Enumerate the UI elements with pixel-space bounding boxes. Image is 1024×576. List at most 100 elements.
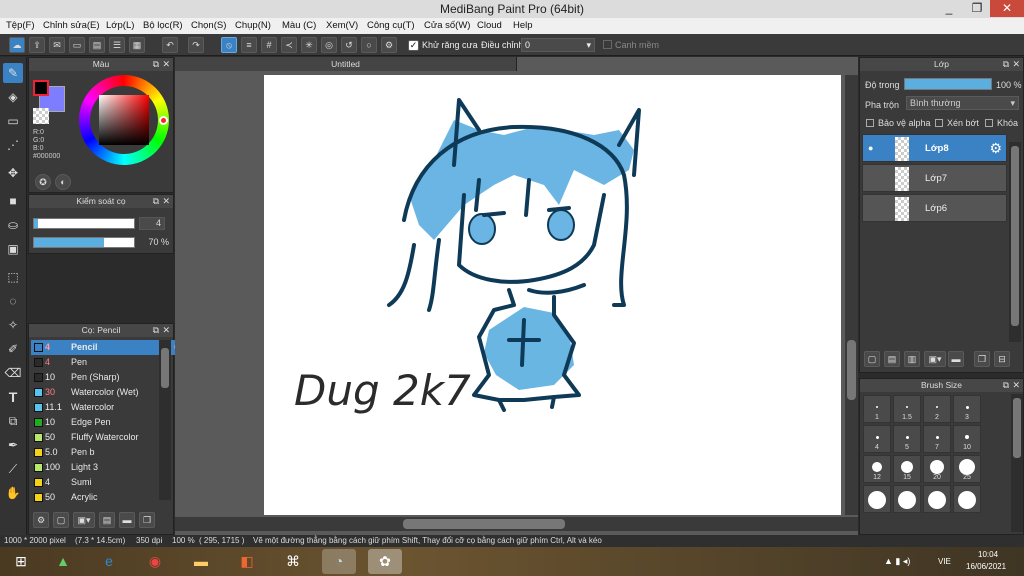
brush-size-preset[interactable]: 20 (923, 455, 951, 483)
layer-opacity-slider[interactable] (904, 78, 992, 90)
brush-size-preset[interactable] (953, 485, 981, 513)
protect-alpha-checkbox[interactable] (866, 119, 874, 127)
maximize-button[interactable]: ❐ (964, 0, 990, 17)
layer-name[interactable]: Lớp6 (925, 203, 947, 214)
antialias-checkbox[interactable]: ✓ (408, 40, 419, 51)
close-icon[interactable]: ✕ (1012, 58, 1020, 71)
brush-size-preset[interactable]: 3 (953, 395, 981, 423)
close-icon[interactable]: ✕ (1012, 379, 1020, 392)
hand-tool-icon[interactable]: ✋ (3, 483, 23, 503)
folder-icon[interactable]: ▬ (948, 351, 964, 367)
popout-icon[interactable]: ⧉ (153, 58, 159, 71)
brush-size-preset[interactable]: 25 (953, 455, 981, 483)
clipping-checkbox[interactable] (935, 119, 943, 127)
horizontal-scroll-thumb[interactable] (403, 519, 565, 529)
eraser-tool-icon[interactable]: ◈ (3, 87, 23, 107)
folder-icon[interactable]: ▬ (119, 512, 135, 528)
clock-time[interactable]: 10:04 (978, 550, 998, 559)
close-icon[interactable]: ✕ (162, 195, 170, 208)
blur-tool-icon[interactable]: ✒ (3, 435, 23, 455)
dot-brush-tool-icon[interactable]: ⋰ (3, 135, 23, 155)
duplicate-icon[interactable]: ❐ (139, 512, 155, 528)
select-tool-icon[interactable]: ⬚ (3, 267, 23, 287)
file-explorer-icon[interactable]: ▬ (184, 549, 218, 574)
brush-file-icon[interactable]: ▤ (99, 512, 115, 528)
app-icon[interactable]: ▲ (46, 549, 80, 574)
layer-row[interactable]: Lớp7 (862, 164, 1007, 192)
hue-ring[interactable] (79, 75, 169, 165)
primary-color-swatch[interactable] (33, 80, 49, 96)
gear-icon[interactable]: ⚙ (989, 140, 1002, 157)
bucket-tool-icon[interactable]: ⛀ (3, 215, 23, 235)
settings-gear-icon[interactable]: ⚙ (381, 37, 397, 53)
page-list-icon[interactable]: ☰ (109, 37, 125, 53)
menu-capture[interactable]: Chụp(N) (235, 20, 271, 31)
brush-size-preset[interactable]: 5 (893, 425, 921, 453)
layer-name[interactable]: Lớp7 (925, 173, 947, 184)
text-tool-icon[interactable]: T (3, 387, 23, 407)
new-8bit-layer-icon[interactable]: ▥ (904, 351, 920, 367)
horizontal-scrollbar[interactable] (175, 517, 858, 531)
page-icon[interactable]: ▤ (89, 37, 105, 53)
divide-tool-icon[interactable]: ⧉ (3, 411, 23, 431)
menu-view[interactable]: Xem(V) (326, 20, 358, 31)
menu-color[interactable]: Màu (C) (282, 20, 316, 31)
medibang-paint-icon[interactable]: ✿ (368, 549, 402, 574)
language-indicator[interactable]: VIE (938, 557, 951, 566)
brush-size-preset[interactable] (923, 485, 951, 513)
vanishing-snap-icon[interactable]: ≺ (281, 37, 297, 53)
redo-icon[interactable]: ↷ (188, 37, 204, 53)
radial-snap-icon[interactable]: ✳ (301, 37, 317, 53)
grid-icon[interactable]: ▦ (129, 37, 145, 53)
menu-help[interactable]: Help (513, 20, 533, 31)
hue-cursor[interactable] (159, 116, 168, 125)
brush-size-scrollbar[interactable] (1011, 394, 1023, 532)
menu-filter[interactable]: Bộ lọc(R) (143, 20, 183, 31)
menu-file[interactable]: Tệp(F) (6, 20, 35, 31)
popout-icon[interactable]: ⧉ (153, 195, 159, 208)
rectangle-tool-icon[interactable]: ▭ (3, 111, 23, 131)
brush-size-preset[interactable]: 1.5 (893, 395, 921, 423)
brush-size-preset[interactable]: 4 (863, 425, 891, 453)
brush-size-value[interactable]: 4 (139, 217, 165, 230)
medibang-cloud-icon[interactable]: ◔ (322, 549, 356, 574)
brush-size-preset[interactable] (893, 485, 921, 513)
new-layer-icon[interactable]: ▢ (864, 351, 880, 367)
eye-icon[interactable]: ● (868, 143, 873, 153)
menu-layer[interactable]: Lớp(L) (106, 20, 134, 31)
popout-icon[interactable]: ⧉ (153, 324, 159, 337)
layer-row[interactable]: ● Lớp8 ⚙ (862, 134, 1007, 162)
menu-window[interactable]: Cửa số(W) (424, 20, 470, 31)
vertical-scrollbar[interactable] (845, 75, 858, 515)
chat-icon[interactable]: ✉ (49, 37, 65, 53)
select-eraser-icon[interactable]: ⌫ (3, 363, 23, 383)
close-button[interactable]: ✕ (990, 0, 1024, 17)
brush-size-preset[interactable]: 15 (893, 455, 921, 483)
document-tab[interactable]: Untitled (175, 57, 517, 71)
internet-explorer-icon[interactable]: e (92, 549, 126, 574)
add-brush-menu-icon[interactable]: ▣▾ (73, 512, 95, 528)
blend-mode-dropdown[interactable]: Bình thường ▾ (906, 96, 1019, 110)
close-icon[interactable]: ✕ (162, 324, 170, 337)
office-icon[interactable]: ◧ (230, 549, 264, 574)
chrome-icon[interactable]: ◉ (138, 549, 172, 574)
undo-icon[interactable]: ↶ (162, 37, 178, 53)
layers-scrollbar[interactable] (1009, 142, 1021, 342)
curve-snap-icon[interactable]: ↺ (341, 37, 357, 53)
canvas-page[interactable]: Dug 2k7 (264, 75, 841, 515)
palette-icon[interactable]: ✪ (35, 174, 51, 190)
brush-size-preset[interactable]: 7 (923, 425, 951, 453)
brush-opacity-slider[interactable] (33, 237, 135, 248)
circle-snap-icon[interactable]: ◎ (321, 37, 337, 53)
popout-icon[interactable]: ⧉ (1003, 379, 1009, 392)
new-brush-icon[interactable]: ▢ (53, 512, 69, 528)
brush-size-preset[interactable]: 2 (923, 395, 951, 423)
merge-layer-icon[interactable]: ⊟ (994, 351, 1010, 367)
parallel-snap-icon[interactable]: ≡ (241, 37, 257, 53)
menu-cloud[interactable]: Cloud (477, 20, 502, 31)
share-icon[interactable]: ⇪ (29, 37, 45, 53)
brush-tool-icon[interactable]: ✎ (3, 63, 23, 83)
layer-name[interactable]: Lớp8 (925, 143, 949, 154)
saturation-value-square[interactable] (99, 95, 149, 145)
select-pen-icon[interactable]: ✐ (3, 339, 23, 359)
